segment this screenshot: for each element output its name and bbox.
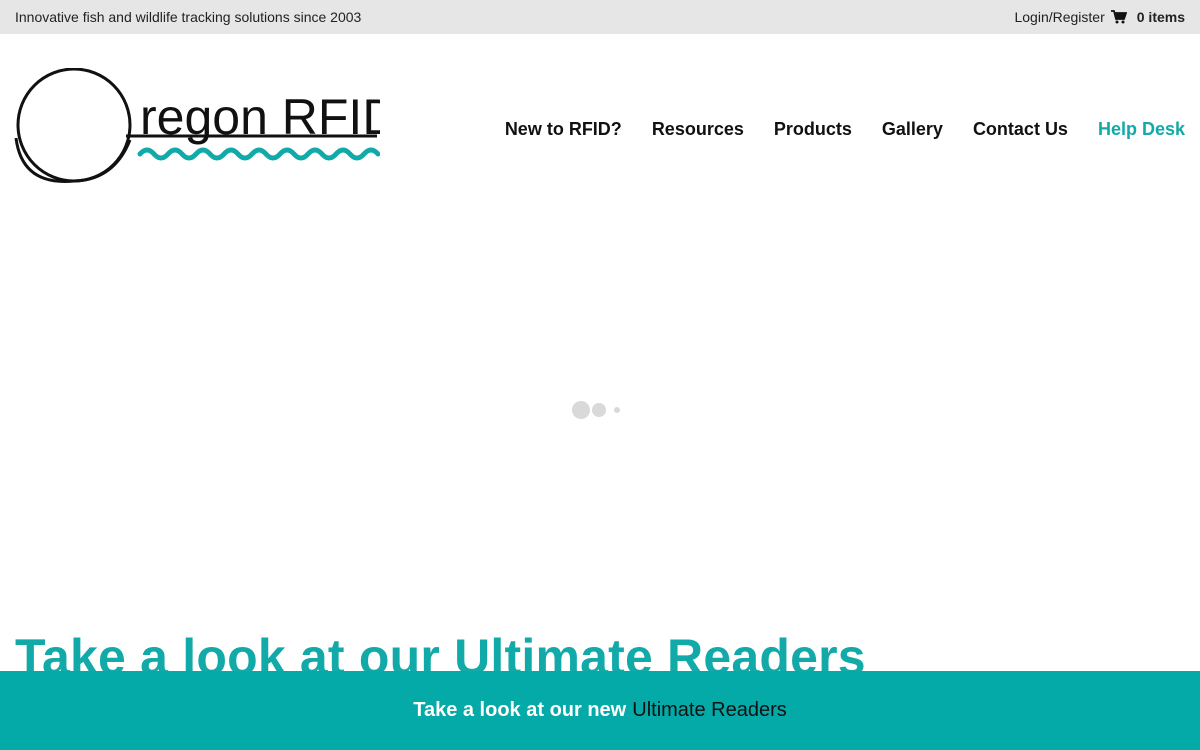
nav-resources[interactable]: Resources	[652, 119, 744, 140]
main-navigation: New to RFID? Resources Products Gallery …	[505, 119, 1185, 140]
oregon-rfid-logo[interactable]: regon RFID	[14, 67, 398, 186]
logo-wordmark: regon RFID	[140, 89, 380, 145]
tagline: Innovative fish and wildlife tracking so…	[15, 9, 362, 25]
account-area: Login/Register 0 items	[1014, 9, 1185, 25]
nav-help-desk[interactable]: Help Desk	[1098, 119, 1185, 140]
nav-new-to-rfid[interactable]: New to RFID?	[505, 119, 622, 140]
cart-count[interactable]: 0 items	[1137, 9, 1185, 25]
promo-banner: Take a look at our new Ultimate Readers	[0, 671, 1200, 750]
nav-contact-us[interactable]: Contact Us	[973, 119, 1068, 140]
shopping-cart-icon[interactable]	[1110, 10, 1127, 24]
nav-products[interactable]: Products	[774, 119, 852, 140]
loading-spinner	[572, 401, 624, 419]
loader-dot	[572, 401, 590, 419]
loader-dot	[614, 407, 620, 413]
banner-text: Take a look at our new	[413, 699, 627, 721]
nav-gallery[interactable]: Gallery	[882, 119, 943, 140]
login-register-link[interactable]: Login/Register	[1014, 9, 1104, 25]
ultimate-readers-link[interactable]: Ultimate Readers	[632, 699, 787, 722]
loader-dot	[592, 403, 606, 417]
top-bar: Innovative fish and wildlife tracking so…	[0, 0, 1200, 34]
